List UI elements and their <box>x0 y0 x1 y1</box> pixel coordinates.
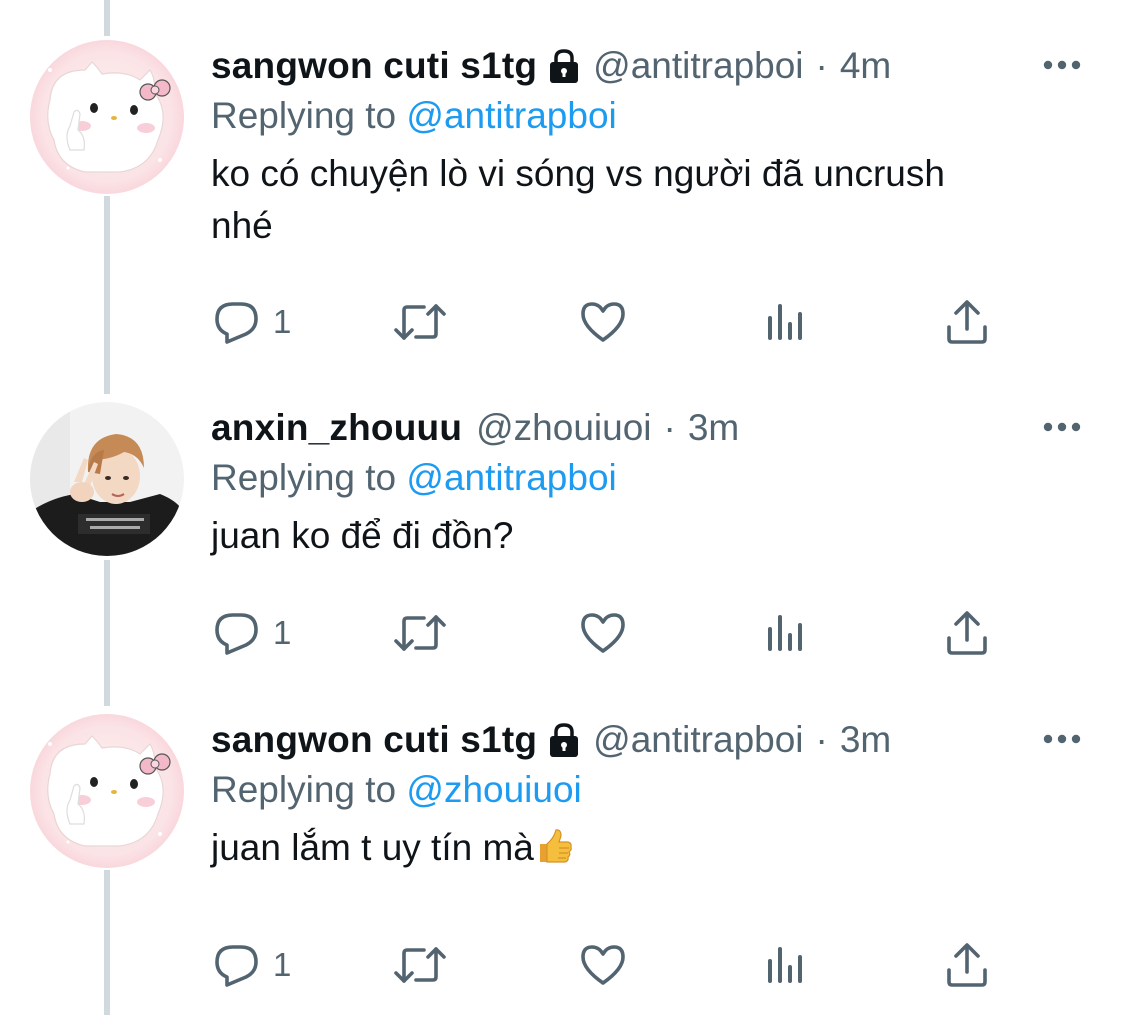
handle[interactable]: @antitrapboi <box>593 45 803 87</box>
views-icon <box>768 615 802 651</box>
timestamp[interactable]: 4m <box>840 45 891 87</box>
separator: · <box>815 719 828 760</box>
like-button[interactable] <box>579 940 627 990</box>
avatar[interactable] <box>30 40 184 194</box>
like-icon <box>581 945 625 985</box>
like-icon <box>581 613 625 653</box>
replying-to: Replying to @antitrapboi <box>211 92 617 140</box>
retweet-button[interactable] <box>393 608 447 658</box>
reply-button[interactable]: 1 <box>213 297 291 347</box>
handle[interactable]: @zhouiuoi <box>476 407 651 449</box>
display-name[interactable]: sangwon cuti s1tg <box>211 719 537 761</box>
avatar[interactable] <box>30 402 184 556</box>
person-photo-avatar-icon <box>30 402 184 556</box>
reply-icon <box>215 613 258 655</box>
retweet-button[interactable] <box>393 940 447 990</box>
lock-icon <box>547 721 581 759</box>
display-name[interactable]: sangwon cuti s1tg <box>211 45 537 87</box>
more-icon[interactable] <box>1042 58 1082 72</box>
replying-prefix: Replying to <box>211 95 397 136</box>
reply-count: 1 <box>273 614 292 651</box>
tweet-header: sangwon cuti s1tg @antitrapboi · 3m <box>211 714 891 766</box>
reply-icon <box>215 945 258 987</box>
share-button[interactable] <box>945 940 989 990</box>
share-button[interactable] <box>945 297 989 347</box>
more-icon[interactable] <box>1042 420 1082 434</box>
avatar[interactable] <box>30 714 184 868</box>
reply-button[interactable]: 1 <box>213 940 291 990</box>
replying-to: Replying to @antitrapboi <box>211 454 617 502</box>
hello-kitty-avatar-icon <box>30 40 184 194</box>
tweet-text: juan ko để đi đồn? <box>211 515 514 556</box>
separator: · <box>815 45 828 86</box>
action-bar: 1 <box>0 297 1125 347</box>
thumbs-up-emoji-icon <box>534 826 574 866</box>
retweet-icon <box>394 615 446 651</box>
replying-prefix: Replying to <box>211 457 397 498</box>
tweet-text: juan lắm t uy tín mà <box>211 822 1071 874</box>
like-icon <box>581 302 625 342</box>
tweet[interactable]: sangwon cuti s1tg @antitrapboi · 4m Repl… <box>0 40 1125 344</box>
lock-icon <box>547 47 581 85</box>
replying-to-mention[interactable]: @antitrapboi <box>406 95 616 136</box>
separator: · <box>663 407 676 448</box>
retweet-icon <box>394 304 446 340</box>
action-bar: 1 <box>0 940 1125 990</box>
timestamp[interactable]: 3m <box>688 407 739 449</box>
action-bar: 1 <box>0 608 1125 658</box>
replying-to-mention[interactable]: @antitrapboi <box>406 457 616 498</box>
tweet[interactable]: sangwon cuti s1tg @antitrapboi · 3m Repl… <box>0 714 1125 1014</box>
share-icon <box>947 300 987 344</box>
tweet-text: ko có chuyện lò vi sóng vs người đã uncr… <box>211 153 945 246</box>
views-button[interactable] <box>766 608 806 658</box>
display-name[interactable]: anxin_zhouuu <box>211 407 462 449</box>
timestamp[interactable]: 3m <box>840 719 891 761</box>
retweet-icon <box>394 947 446 983</box>
replying-to-mention[interactable]: @zhouiuoi <box>406 769 581 810</box>
views-button[interactable] <box>766 297 806 347</box>
thread-line-top <box>104 0 110 36</box>
reply-icon <box>215 302 258 344</box>
share-icon <box>947 611 987 655</box>
reply-count: 1 <box>273 303 292 340</box>
hello-kitty-avatar-icon <box>30 714 184 868</box>
share-button[interactable] <box>945 608 989 658</box>
like-button[interactable] <box>579 608 627 658</box>
replying-prefix: Replying to <box>211 769 397 810</box>
views-icon <box>768 947 802 983</box>
views-button[interactable] <box>766 940 806 990</box>
reply-button[interactable]: 1 <box>213 608 291 658</box>
reply-count: 1 <box>273 946 292 983</box>
more-icon[interactable] <box>1042 732 1082 746</box>
retweet-button[interactable] <box>393 297 447 347</box>
handle[interactable]: @antitrapboi <box>593 719 803 761</box>
tweet[interactable]: anxin_zhouuu @zhouiuoi · 3m Replying to … <box>0 402 1125 702</box>
like-button[interactable] <box>579 297 627 347</box>
views-icon <box>768 304 802 340</box>
tweet-header: anxin_zhouuu @zhouiuoi · 3m <box>211 402 739 454</box>
replying-to: Replying to @zhouiuoi <box>211 766 582 814</box>
tweet-header: sangwon cuti s1tg @antitrapboi · 4m <box>211 40 891 92</box>
tweet-text-content: juan lắm t uy tín mà <box>211 827 534 868</box>
share-icon <box>947 943 987 987</box>
